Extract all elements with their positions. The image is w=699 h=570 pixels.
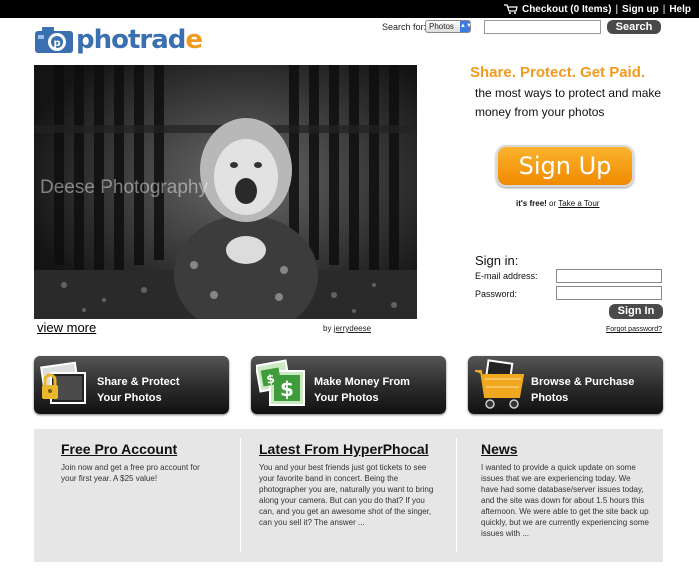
top-bar: Checkout (0 Items) | Sign up | Help: [0, 0, 699, 18]
hyperphocal-title[interactable]: Latest From HyperPhocal: [259, 441, 429, 457]
photo-watermark: Deese Photography: [40, 177, 208, 198]
password-label: Password:: [475, 289, 518, 299]
feature-line1: Make Money From: [314, 376, 410, 388]
feature-line2: Photos: [531, 392, 569, 404]
forgot-password-link[interactable]: Forgot password?: [606, 326, 662, 333]
checkout-link[interactable]: Checkout (0 Items): [522, 4, 611, 15]
column-divider: [240, 438, 241, 552]
free-pro-column: Free Pro Account Join now and get a free…: [61, 429, 231, 562]
take-tour-link[interactable]: Take a Tour: [558, 199, 599, 208]
email-label: E-mail address:: [475, 271, 538, 281]
signup-link[interactable]: Sign up: [622, 4, 659, 15]
logo-accent-letter: e: [185, 25, 203, 55]
hyperphocal-body: You and your best friends just got ticke…: [259, 463, 434, 527]
column-divider: [456, 438, 457, 552]
or-text: or: [549, 199, 557, 208]
search-button[interactable]: Search: [607, 20, 661, 34]
select-arrows-icon: ▲▼: [460, 21, 472, 32]
signin-title: Sign in:: [475, 253, 519, 268]
shopping-cart-icon: [475, 359, 525, 409]
browse-purchase-button[interactable]: Browse & Purchase Photos: [468, 356, 663, 414]
signup-button[interactable]: Sign Up: [496, 145, 634, 187]
logo-wordmark: photrade: [76, 25, 203, 55]
photrade-logo[interactable]: p photrade: [34, 24, 203, 56]
email-field[interactable]: [556, 269, 662, 283]
promo-text: the most ways to protect and make money …: [475, 86, 662, 119]
view-more-link[interactable]: view more: [37, 320, 96, 335]
tagline: Share. Protect. Get Paid.: [470, 64, 646, 81]
svg-text:$: $: [280, 377, 294, 401]
free-line: it's free! or Take a Tour: [516, 199, 599, 208]
photographer-link[interactable]: jerrydeese: [334, 324, 371, 333]
feature-label: Browse & Purchase Photos: [531, 374, 634, 406]
news-body: I wanted to provide a quick update on so…: [481, 463, 649, 538]
news-column: News I wanted to provide a quick update …: [481, 429, 651, 562]
info-panel: Free Pro Account Join now and get a free…: [34, 429, 663, 562]
free-pro-title[interactable]: Free Pro Account: [61, 441, 177, 457]
make-money-button[interactable]: $ $ Make Money From Your Photos: [251, 356, 446, 414]
help-link[interactable]: Help: [669, 4, 691, 15]
feature-line1: Browse & Purchase: [531, 376, 635, 388]
free-text: it's free!: [516, 199, 547, 208]
share-protect-button[interactable]: Share & Protect Your Photos: [34, 356, 229, 414]
photo-credit: by jerrydeese: [323, 324, 371, 333]
separator: |: [615, 3, 619, 15]
feature-line2: Your Photos: [314, 392, 379, 404]
feature-label: Make Money From Your Photos: [314, 374, 410, 406]
search-input[interactable]: [484, 20, 601, 34]
svg-text:p: p: [54, 38, 61, 49]
lock-photo-icon: [40, 361, 86, 404]
hyperphocal-column: Latest From HyperPhocal You and your bes…: [259, 429, 439, 562]
search-category-select[interactable]: Photos ▲▼: [425, 20, 472, 33]
search-label: Search for:: [382, 22, 427, 32]
camera-logo-icon: p: [35, 27, 73, 53]
signin-button[interactable]: Sign In: [609, 304, 663, 319]
feature-line1: Share & Protect: [97, 376, 180, 388]
search-category-value: Photos: [429, 22, 454, 31]
separator: |: [662, 3, 666, 15]
cart-icon: [503, 4, 518, 14]
hero-photo[interactable]: Deese Photography: [34, 65, 417, 319]
password-field[interactable]: [556, 286, 662, 300]
news-title[interactable]: News: [481, 441, 518, 457]
money-photo-icon: $ $: [256, 359, 305, 406]
free-pro-body: Join now and get a free pro account for …: [61, 463, 200, 483]
feature-line2: Your Photos: [97, 392, 162, 404]
credit-prefix: by: [323, 324, 332, 333]
feature-label: Share & Protect Your Photos: [97, 374, 180, 406]
